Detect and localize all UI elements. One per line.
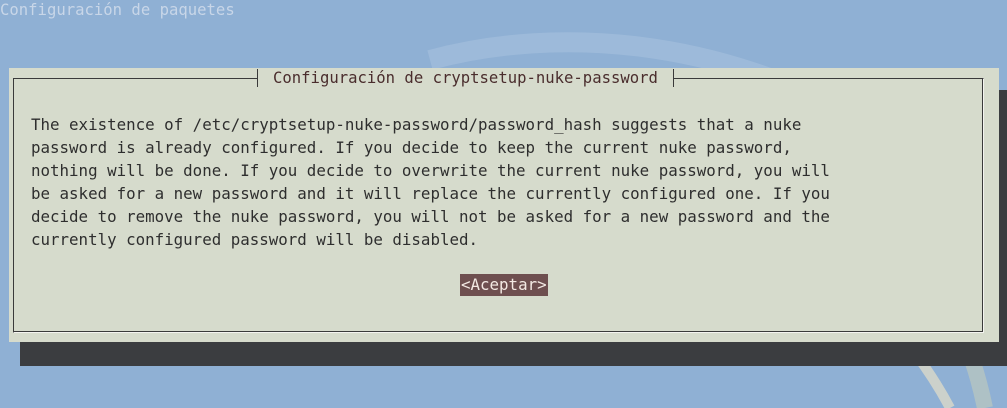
backtitle: Configuración de paquetes <box>0 1 235 19</box>
dialog: Configuración de cryptsetup-nuke-passwor… <box>9 68 999 342</box>
message-line: The existence of /etc/cryptsetup-nuke-pa… <box>31 115 802 134</box>
message-line: password is already configured. If you d… <box>31 138 792 157</box>
message-line: currently configured password will be di… <box>31 230 478 249</box>
message-line: be asked for a new password and it will … <box>31 184 830 203</box>
ok-button[interactable]: <Aceptar> <box>460 274 548 296</box>
dialog-title: Configuración de cryptsetup-nuke-passwor… <box>257 68 674 89</box>
message-line: nothing will be done. If you decide to o… <box>31 161 830 180</box>
message-line: decide to remove the nuke password, you … <box>31 207 830 226</box>
dialog-message: The existence of /etc/cryptsetup-nuke-pa… <box>31 113 991 251</box>
